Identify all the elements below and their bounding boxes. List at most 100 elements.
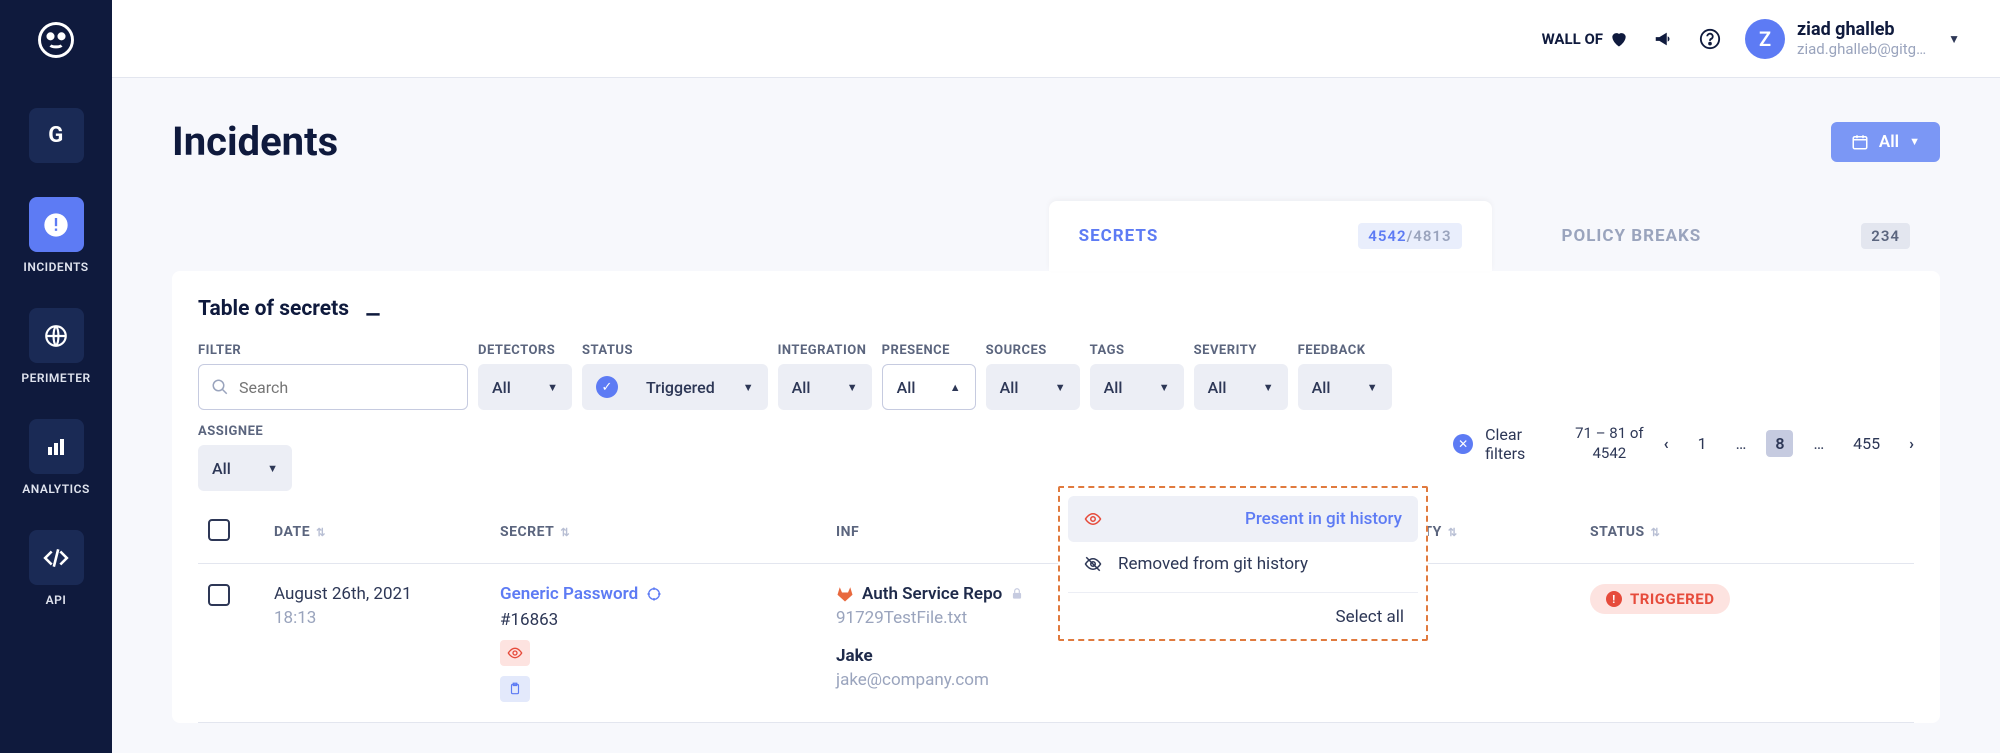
status-badge: ! TRIGGERED: [1590, 584, 1730, 614]
feedback-select[interactable]: All▼: [1298, 364, 1392, 410]
filter-label: SOURCES: [986, 343, 1080, 358]
sort-icon: ⇅: [560, 526, 570, 539]
app-logo-icon: [34, 18, 78, 62]
page-1[interactable]: 1: [1689, 430, 1716, 457]
integration-select[interactable]: All▼: [778, 364, 872, 410]
tab-policy-breaks[interactable]: POLICY BREAKS 234: [1532, 201, 1940, 271]
tags-select[interactable]: All▼: [1090, 364, 1184, 410]
user-name: ziad ghalleb: [1797, 19, 1926, 40]
chevron-down-icon: ▼: [1909, 135, 1920, 148]
date-range-button[interactable]: All ▼: [1831, 122, 1940, 162]
calendar-icon: [1851, 133, 1869, 151]
sidebar-label: PERIMETER: [21, 371, 90, 385]
detectors-select[interactable]: All▼: [478, 364, 572, 410]
chevron-down-icon: ▼: [1263, 381, 1274, 394]
option-label: Removed from git history: [1118, 554, 1308, 574]
assignee-select[interactable]: All▼: [198, 445, 292, 491]
presence-option-removed[interactable]: Removed from git history: [1068, 542, 1418, 586]
chevron-down-icon: ▼: [547, 381, 558, 394]
filter-label: TAGS: [1090, 343, 1184, 358]
code-icon: [29, 530, 84, 585]
close-circle-icon: ✕: [1453, 434, 1473, 454]
search-field[interactable]: [239, 378, 455, 397]
sidebar-label: INCIDENTS: [23, 260, 88, 274]
pagination: 71 – 81 of 4542 ‹ 1 … 8 … 455 ›: [1575, 424, 1914, 463]
select-all-link[interactable]: Select all: [1068, 592, 1418, 627]
pagination-range: 71 – 81 of: [1575, 424, 1644, 444]
select-all-checkbox[interactable]: [208, 519, 230, 541]
download-icon[interactable]: [363, 299, 383, 319]
col-secret[interactable]: SECRET: [500, 524, 554, 540]
sidebar-item-incidents[interactable]: INCIDENTS: [0, 197, 112, 274]
status-text: TRIGGERED: [1630, 590, 1714, 608]
alert-dot-icon: !: [1606, 591, 1622, 607]
eye-icon: [500, 640, 530, 666]
clear-filters-button[interactable]: ✕ Clear filters: [1453, 425, 1535, 463]
heart-icon: [1609, 29, 1629, 49]
presence-option-present[interactable]: Present in git history: [1068, 496, 1418, 542]
row-date: August 26th, 2021: [274, 584, 500, 604]
filter-label: INTEGRATION: [778, 343, 872, 358]
page-current[interactable]: 8: [1766, 430, 1793, 457]
card-title: Table of secrets: [198, 297, 349, 321]
severity-select[interactable]: All▼: [1194, 364, 1288, 410]
status-select[interactable]: ✓ Triggered▼: [582, 364, 768, 410]
chevron-left-icon[interactable]: ‹: [1664, 434, 1669, 453]
tab-label: SECRETS: [1079, 226, 1159, 246]
gitlab-icon: [836, 585, 854, 603]
sidebar-label: ANALYTICS: [22, 482, 90, 496]
megaphone-icon[interactable]: [1653, 28, 1675, 50]
user-menu[interactable]: Z ziad ghalleb ziad.ghalleb@gitg… ▼: [1745, 19, 1960, 59]
page-last[interactable]: 455: [1844, 430, 1889, 457]
search-icon: [211, 378, 229, 396]
crosshair-icon[interactable]: [646, 586, 662, 602]
sidebar-item-perimeter[interactable]: PERIMETER: [0, 308, 112, 385]
help-icon[interactable]: [1699, 28, 1721, 50]
avatar: Z: [1745, 19, 1785, 59]
secret-link[interactable]: Generic Password: [500, 584, 638, 604]
chevron-right-icon[interactable]: ›: [1909, 434, 1914, 453]
author-name: Jake: [836, 646, 1172, 666]
wall-of-label: WALL OF: [1542, 30, 1603, 48]
presence-dropdown: Present in git history Removed from git …: [1058, 486, 1428, 641]
org-letter-icon: G: [29, 108, 84, 163]
user-email: ziad.ghalleb@gitg…: [1797, 40, 1926, 58]
tab-label: POLICY BREAKS: [1562, 226, 1702, 246]
secret-id: #16863: [500, 610, 836, 630]
sidebar-item-analytics[interactable]: ANALYTICS: [0, 419, 112, 496]
sidebar: G INCIDENTS PERIMETER ANALYTICS API: [0, 0, 112, 753]
search-input[interactable]: [198, 364, 468, 410]
col-date[interactable]: DATE: [274, 524, 310, 540]
filter-label: SEVERITY: [1194, 343, 1288, 358]
sources-select[interactable]: All▼: [986, 364, 1080, 410]
pagination-total: 4542: [1593, 444, 1627, 464]
table-row[interactable]: August 26th, 2021 18:13 Generic Password…: [198, 563, 1914, 722]
ellipsis: …: [1736, 434, 1747, 453]
tab-secrets[interactable]: SECRETS 4542/4813: [1049, 201, 1492, 271]
wall-of-link[interactable]: WALL OF: [1542, 29, 1629, 49]
row-time: 18:13: [274, 608, 500, 628]
date-range-label: All: [1879, 132, 1899, 152]
sidebar-item-org[interactable]: G: [0, 108, 112, 163]
filter-heading: FILTER: [198, 343, 468, 358]
tab-count: 234: [1861, 223, 1910, 249]
check-circle-icon: ✓: [596, 376, 618, 398]
eye-icon: [1084, 510, 1102, 528]
chevron-down-icon: ▼: [1055, 381, 1066, 394]
clear-filters-label: Clear filters: [1485, 425, 1535, 463]
col-info: INF: [836, 524, 859, 540]
col-status[interactable]: STATUS: [1590, 524, 1645, 540]
sidebar-label: API: [46, 593, 67, 607]
presence-select[interactable]: All▲: [882, 364, 976, 410]
lock-icon: [1010, 587, 1024, 601]
chevron-down-icon: ▼: [1367, 381, 1378, 394]
chevron-down-icon: ▼: [1948, 32, 1960, 46]
sidebar-item-api[interactable]: API: [0, 530, 112, 607]
filter-label: FEEDBACK: [1298, 343, 1392, 358]
topbar: WALL OF Z ziad ghalleb ziad.ghalleb@gitg…: [112, 0, 2000, 78]
repo-name: Auth Service Repo: [862, 584, 1002, 604]
row-checkbox[interactable]: [208, 584, 230, 606]
clipboard-icon: [500, 676, 530, 702]
filter-label: DETECTORS: [478, 343, 572, 358]
chevron-down-icon: ▼: [847, 381, 858, 394]
